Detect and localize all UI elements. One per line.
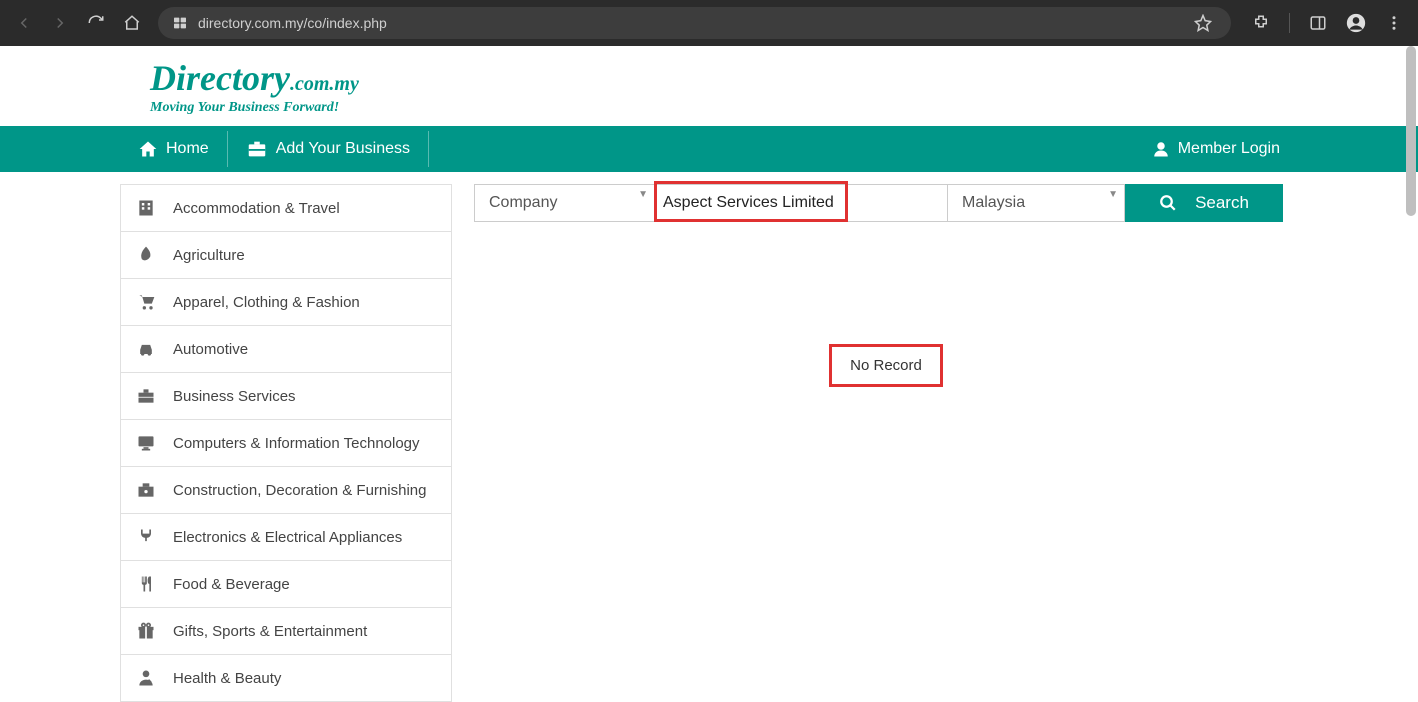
site-header: Directory.com.my Moving Your Business Fo…	[0, 46, 1418, 126]
category-label: Gifts, Sports & Entertainment	[173, 623, 367, 640]
forward-button[interactable]	[46, 9, 74, 37]
nav-add-business[interactable]: Add Your Business	[228, 126, 428, 172]
search-type-select[interactable]: Company ▼	[474, 184, 654, 222]
logo-ext: .com.my	[290, 73, 359, 95]
reload-button[interactable]	[82, 9, 110, 37]
chevron-down-icon: ▼	[638, 189, 648, 200]
site-tagline: Moving Your Business Forward!	[150, 100, 1418, 116]
search-country-select[interactable]: Malaysia ▼	[947, 184, 1125, 222]
search-type-value: Company	[489, 194, 557, 212]
main-navbar: Home Add Your Business Member Login	[0, 126, 1418, 172]
search-button-label: Search	[1195, 193, 1249, 213]
category-sidebar: Accommodation & Travel Agriculture Apparel…	[120, 184, 452, 702]
leaf-icon	[135, 244, 157, 266]
chevron-down-icon: ▼	[1108, 189, 1118, 200]
star-icon[interactable]	[1189, 9, 1217, 37]
logo-main: Directory	[150, 58, 290, 98]
address-bar[interactable]: directory.com.my/co/index.php	[158, 7, 1231, 39]
briefcase-icon	[135, 385, 157, 407]
cart-icon	[135, 291, 157, 313]
nav-add-label: Add Your Business	[276, 140, 410, 158]
category-item[interactable]: Accommodation & Travel	[121, 185, 451, 232]
category-label: Food & Beverage	[173, 576, 290, 593]
category-label: Apparel, Clothing & Fashion	[173, 294, 360, 311]
category-item[interactable]: Computers & Information Technology	[121, 420, 451, 467]
category-item[interactable]: Automotive	[121, 326, 451, 373]
category-item[interactable]: Gifts, Sports & Entertainment	[121, 608, 451, 655]
category-label: Automotive	[173, 341, 248, 358]
main-content: Company ▼ Malaysia ▼ Search No Record	[474, 184, 1298, 702]
nav-home[interactable]: Home	[120, 126, 227, 172]
category-item[interactable]: Health & Beauty	[121, 655, 451, 701]
category-label: Health & Beauty	[173, 670, 281, 687]
category-label: Accommodation & Travel	[173, 200, 340, 217]
briefcase-icon	[246, 138, 268, 160]
tools-icon	[135, 479, 157, 501]
category-label: Computers & Information Technology	[173, 435, 420, 452]
category-item[interactable]: Construction, Decoration & Furnishing	[121, 467, 451, 514]
category-label: Construction, Decoration & Furnishing	[173, 482, 426, 499]
monitor-icon	[135, 432, 157, 454]
site-logo[interactable]: Directory.com.my	[150, 60, 1418, 96]
car-icon	[135, 338, 157, 360]
profile-icon[interactable]	[1342, 9, 1370, 37]
extensions-icon[interactable]	[1247, 9, 1275, 37]
building-icon	[135, 197, 157, 219]
category-item[interactable]: Business Services	[121, 373, 451, 420]
menu-icon[interactable]	[1380, 9, 1408, 37]
scrollbar-thumb[interactable]	[1406, 46, 1416, 216]
gift-icon	[135, 620, 157, 642]
home-icon	[138, 139, 158, 159]
category-item[interactable]: Apparel, Clothing & Fashion	[121, 279, 451, 326]
nav-member-login[interactable]: Member Login	[1134, 126, 1298, 172]
sidepanel-icon[interactable]	[1304, 9, 1332, 37]
search-icon	[1159, 194, 1177, 212]
health-icon	[135, 667, 157, 689]
food-icon	[135, 573, 157, 595]
category-label: Electronics & Electrical Appliances	[173, 529, 402, 546]
separator	[1289, 13, 1290, 33]
no-record-message: No Record	[829, 344, 943, 387]
category-item[interactable]: Agriculture	[121, 232, 451, 279]
plug-icon	[135, 526, 157, 548]
category-label: Business Services	[173, 388, 296, 405]
search-country-value: Malaysia	[962, 194, 1025, 212]
home-button[interactable]	[118, 9, 146, 37]
nav-login-label: Member Login	[1178, 140, 1280, 158]
nav-separator	[428, 131, 429, 167]
search-query-input[interactable]	[651, 184, 947, 222]
browser-toolbar: directory.com.my/co/index.php	[0, 0, 1418, 46]
search-bar: Company ▼ Malaysia ▼ Search	[474, 184, 1298, 222]
url-text: directory.com.my/co/index.php	[198, 15, 387, 31]
site-info-icon[interactable]	[172, 15, 188, 31]
back-button[interactable]	[10, 9, 38, 37]
category-label: Agriculture	[173, 247, 245, 264]
category-item[interactable]: Food & Beverage	[121, 561, 451, 608]
search-button[interactable]: Search	[1125, 184, 1283, 222]
user-icon	[1152, 140, 1170, 158]
nav-home-label: Home	[166, 140, 209, 158]
category-item[interactable]: Electronics & Electrical Appliances	[121, 514, 451, 561]
